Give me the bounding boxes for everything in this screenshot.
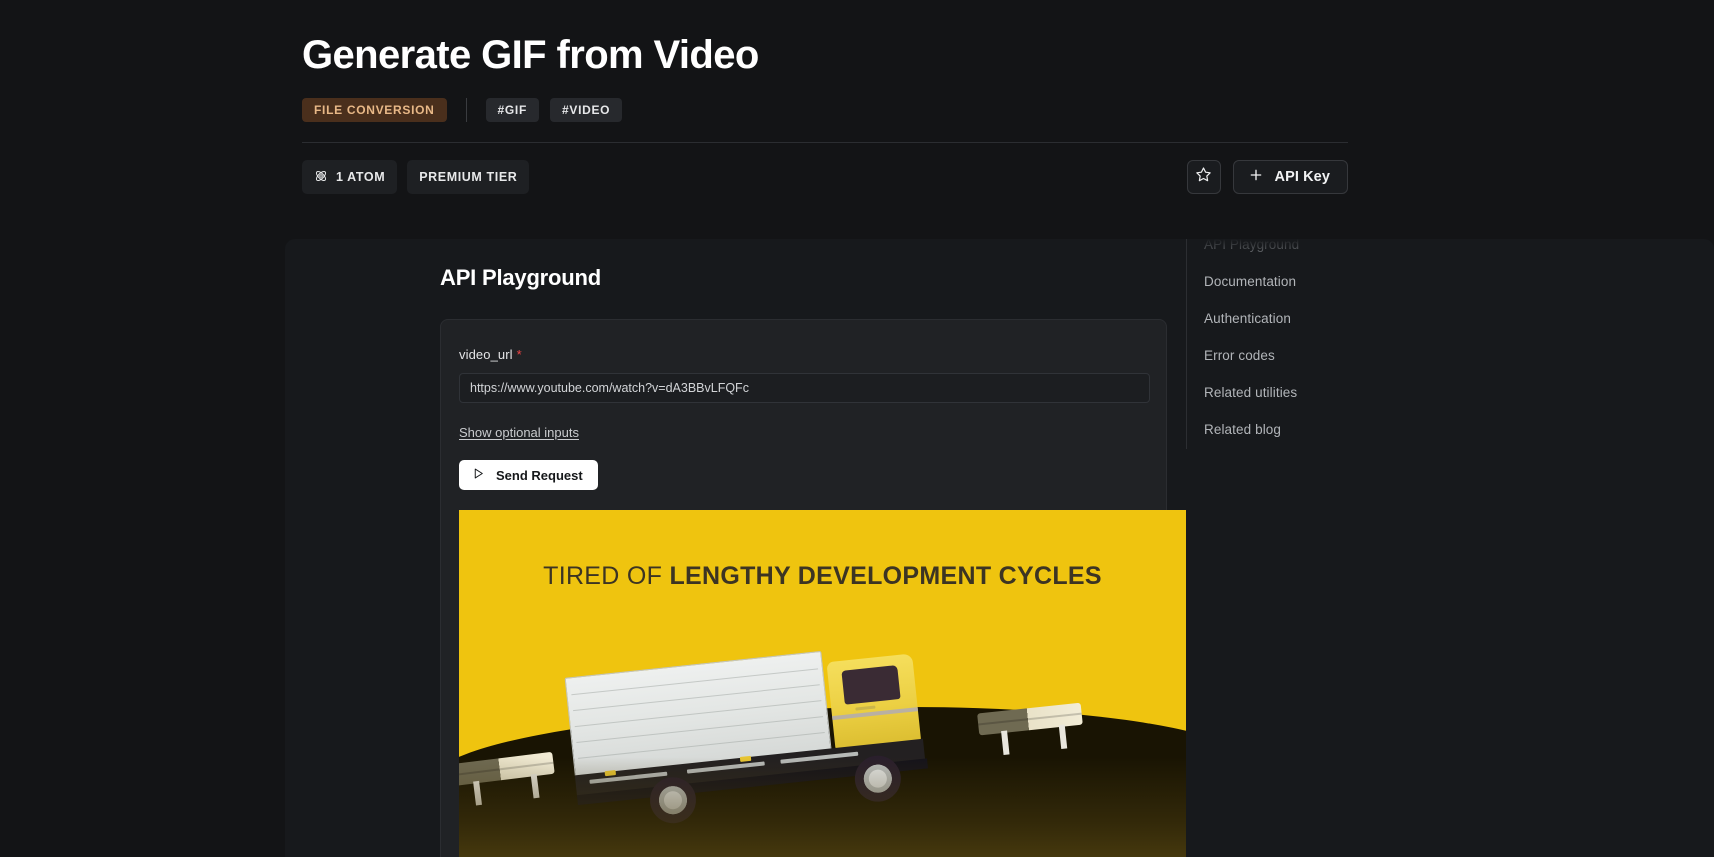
required-asterisk: * [516,347,522,362]
sidebar-item-error-codes[interactable]: Error codes [1204,337,1404,374]
guardrail-post [473,780,482,806]
api-key-button[interactable]: API Key [1232,159,1348,194]
send-request-button[interactable]: Send Request [459,460,598,490]
atom-icon [314,169,328,186]
api-key-label: API Key [1274,168,1330,185]
atom-cost-label: 1 ATOM [336,169,386,184]
truck-window [841,665,901,705]
gif-headline: TIRED OF LENGTHY DEVELOPMENT CYCLES [459,562,1186,591]
tier-label: PREMIUM TIER [419,169,518,184]
guardrail-post [530,773,540,799]
tier-chip: PREMIUM TIER [407,159,530,194]
tag-video[interactable]: #VIDEO [550,97,623,122]
guardrail-post [1058,724,1068,749]
sidebar-item-related-utilities[interactable]: Related utilities [1204,374,1404,411]
playground-column: API Playground video_url * https://www.yo… [440,239,1186,857]
sidebar-divider [1186,239,1187,449]
gif-headline-light: TIRED OF [543,562,670,590]
page-title: Generate GIF from Video [302,33,759,77]
plus-icon [1248,167,1264,187]
video-url-label-text: video_url [459,347,513,362]
favorite-button[interactable] [1186,159,1221,194]
send-request-label: Send Request [496,467,583,483]
sidebar-item-authentication[interactable]: Authentication [1204,300,1404,337]
tag-gif[interactable]: #GIF [485,97,539,122]
content-panel: API Playground video_url * https://www.yo… [285,239,1714,857]
video-url-label: video_url * [459,347,1148,362]
video-url-input[interactable]: https://www.youtube.com/watch?v=dA3BBvLF… [459,373,1150,403]
sidebar-item-documentation[interactable]: Documentation [1204,263,1404,300]
gif-preview[interactable]: TIRED OF LENGTHY DEVELOPMENT CYCLES [459,510,1186,857]
playground-title: API Playground [440,265,601,290]
sidebar-top-fade [1187,239,1447,255]
video-url-value: https://www.youtube.com/watch?v=dA3BBvLF… [470,381,749,395]
page-root: Generate GIF from Video FILE CONVERSION … [0,0,1714,857]
show-optional-inputs-link[interactable]: Show optional inputs [459,425,579,440]
tag-divider [465,97,467,122]
tag-row: FILE CONVERSION #GIF #VIDEO [302,97,1348,122]
sidebar-item-related-blog[interactable]: Related blog [1204,411,1404,448]
header-divider [302,141,1348,143]
header-actions: API Key [1186,159,1348,194]
gif-headline-bold: LENGTHY DEVELOPMENT CYCLES [669,562,1102,590]
doc-sidebar-nav: API Playground Documentation Authenticat… [1204,226,1404,448]
atom-cost-chip: 1 ATOM [302,159,398,194]
page-header: Generate GIF from Video FILE CONVERSION … [302,0,1348,194]
play-triangle-icon [472,467,485,483]
meta-row: 1 ATOM PREMIUM TIER API Key [302,159,1348,194]
request-form: video_url * https://www.youtube.com/watch… [440,319,1186,857]
star-outline-icon [1195,166,1212,188]
category-badge[interactable]: FILE CONVERSION [302,97,447,122]
